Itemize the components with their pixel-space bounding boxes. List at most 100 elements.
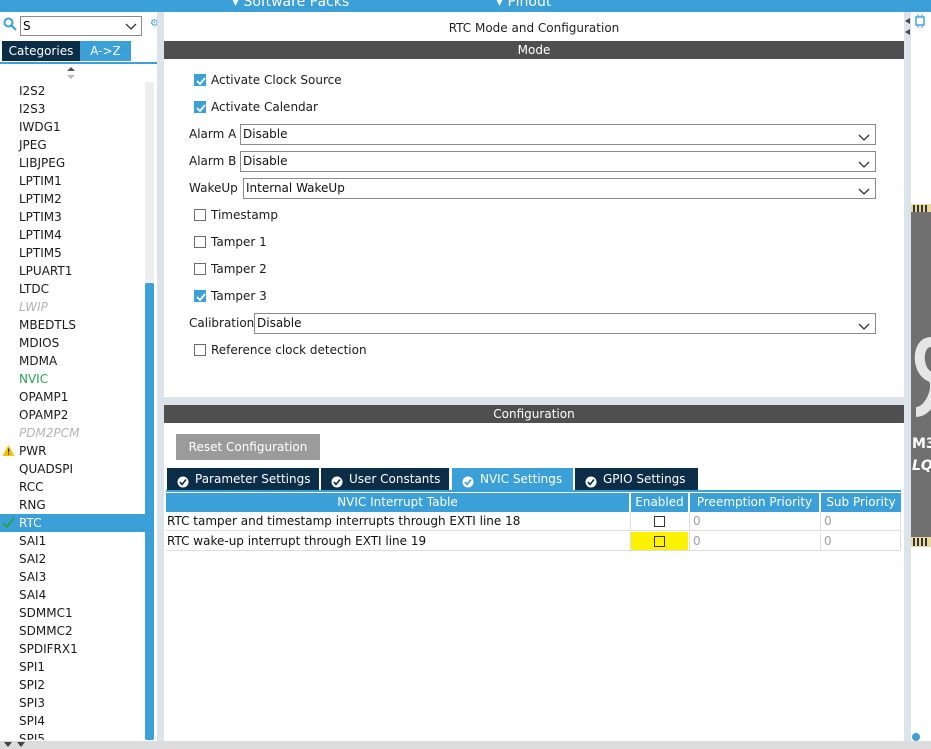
alarm-a-select[interactable]: Disable: [240, 124, 876, 145]
list-item[interactable]: LPTIM3: [0, 208, 145, 226]
list-item-label: SPI3: [19, 696, 46, 710]
list-scrollbar-thumb[interactable]: [145, 283, 154, 740]
list-item[interactable]: MDMA: [0, 352, 145, 370]
search-combobox[interactable]: [20, 16, 142, 36]
calibration-select[interactable]: Disable: [254, 313, 876, 334]
activate-calendar-checkbox[interactable]: [194, 101, 206, 113]
tab-gpio-settings[interactable]: GPIO Settings: [575, 468, 698, 490]
table-cell-sub-priority[interactable]: 0: [820, 532, 901, 551]
table-cell-enabled[interactable]: [630, 512, 689, 531]
chevron-down-icon: [858, 184, 870, 195]
list-item[interactable]: OPAMP2: [0, 406, 145, 424]
list-item[interactable]: OPAMP1: [0, 388, 145, 406]
reset-configuration-button[interactable]: Reset Configuration: [176, 434, 320, 460]
list-item-label: LPTIM5: [19, 246, 62, 260]
chevron-down-icon[interactable]: [125, 19, 137, 33]
right-splitter[interactable]: [904, 12, 911, 749]
reference-clock-checkbox[interactable]: [194, 344, 206, 356]
list-item[interactable]: RTC: [0, 514, 145, 532]
table-row-name[interactable]: RTC wake-up interrupt through EXTI line …: [166, 532, 630, 551]
settings-icon[interactable]: ⚙: [150, 18, 157, 32]
list-item[interactable]: I2S2: [0, 82, 145, 100]
chip-body[interactable]: [911, 212, 931, 542]
column-header-interrupt[interactable]: NVIC Interrupt Table: [166, 493, 629, 512]
list-item[interactable]: NVIC: [0, 370, 145, 388]
list-item[interactable]: SDMMC2: [0, 622, 145, 640]
list-item[interactable]: SAI1: [0, 532, 145, 550]
search-icon[interactable]: [3, 17, 17, 31]
timestamp-checkbox[interactable]: [194, 209, 206, 221]
list-item[interactable]: MBEDTLS: [0, 316, 145, 334]
list-item[interactable]: PWR: [0, 442, 145, 460]
list-item[interactable]: IWDG1: [0, 118, 145, 136]
list-item[interactable]: LPTIM5: [0, 244, 145, 262]
list-item[interactable]: SAI4: [0, 586, 145, 604]
list-item[interactable]: SDMMC1: [0, 604, 145, 622]
activate-calendar-label: Activate Calendar: [211, 100, 318, 114]
list-item: LWIP: [0, 298, 145, 316]
tab-nvic-settings[interactable]: NVIC Settings: [452, 468, 573, 490]
list-item-label: SPI5: [19, 732, 46, 740]
list-item[interactable]: I2S3: [0, 100, 145, 118]
pinout-menu[interactable]: ▾ Pinout: [496, 0, 551, 10]
sort-icon[interactable]: [66, 66, 76, 80]
tamper-1-checkbox[interactable]: [194, 236, 206, 248]
tab-a-to-z[interactable]: A->Z: [80, 41, 131, 61]
list-item-label: MDIOS: [19, 336, 60, 350]
chip-pins: [911, 536, 931, 547]
tamper-3-checkbox[interactable]: [194, 290, 206, 302]
enabled-checkbox[interactable]: [654, 536, 665, 547]
list-item[interactable]: SPI4: [0, 712, 145, 730]
list-item[interactable]: SPDIFRX1: [0, 640, 145, 658]
list-item[interactable]: LPTIM4: [0, 226, 145, 244]
chevron-down-icon: [858, 157, 870, 168]
list-item[interactable]: SPI3: [0, 694, 145, 712]
list-item[interactable]: RCC: [0, 478, 145, 496]
tamper-2-checkbox[interactable]: [194, 263, 206, 275]
column-header-sub-priority[interactable]: Sub Priority: [821, 493, 901, 512]
list-item[interactable]: SAI2: [0, 550, 145, 568]
list-item-label: OPAMP1: [19, 390, 69, 404]
table-row-name[interactable]: RTC tamper and timestamp interrupts thro…: [166, 512, 630, 531]
table-cell-preemption[interactable]: 0: [689, 532, 820, 551]
zoom-indicator[interactable]: [912, 733, 920, 741]
list-item[interactable]: SPI1: [0, 658, 145, 676]
left-splitter[interactable]: [157, 12, 164, 749]
enabled-checkbox[interactable]: [654, 516, 665, 527]
list-item[interactable]: JPEG: [0, 136, 145, 154]
list-item[interactable]: LIBJPEG: [0, 154, 145, 172]
list-item[interactable]: LTDC: [0, 280, 145, 298]
list-item-label: LPTIM4: [19, 228, 62, 242]
list-item-label: SAI2: [19, 552, 47, 566]
list-item[interactable]: SPI2: [0, 676, 145, 694]
list-item[interactable]: MDIOS: [0, 334, 145, 352]
check-circle-icon: [331, 473, 343, 488]
search-input[interactable]: [21, 17, 125, 35]
list-item-label: SPI2: [19, 678, 46, 692]
tamper-3-label: Tamper 3: [211, 289, 267, 303]
divider: [0, 62, 157, 64]
software-packs-menu[interactable]: ▾ Software Packs: [232, 0, 349, 10]
list-item[interactable]: SAI3: [0, 568, 145, 586]
table-cell-sub-priority[interactable]: 0: [820, 512, 901, 531]
wakeup-select[interactable]: Internal WakeUp: [243, 178, 876, 199]
list-item[interactable]: LPTIM2: [0, 190, 145, 208]
tab-user-constants[interactable]: User Constants: [321, 468, 449, 490]
list-item[interactable]: LPTIM1: [0, 172, 145, 190]
alarm-b-select[interactable]: Disable: [240, 151, 876, 172]
table-cell-preemption[interactable]: 0: [689, 512, 820, 531]
column-header-preemption[interactable]: Preemption Priority: [690, 493, 819, 512]
section-splitter[interactable]: [164, 397, 904, 405]
tab-categories[interactable]: Categories: [2, 41, 80, 61]
list-item[interactable]: LPUART1: [0, 262, 145, 280]
activate-clock-source-checkbox[interactable]: [194, 74, 206, 86]
table-cell-enabled[interactable]: [630, 532, 689, 551]
tab-parameter-settings[interactable]: Parameter Settings: [167, 468, 319, 490]
list-item-label: LPTIM1: [19, 174, 62, 188]
list-item[interactable]: RNG: [0, 496, 145, 514]
column-header-enabled[interactable]: Enabled: [631, 493, 688, 512]
list-item[interactable]: QUADSPI: [0, 460, 145, 478]
chip-icon[interactable]: [913, 14, 927, 28]
list-item-label: JPEG: [19, 138, 47, 152]
list-item[interactable]: SPI5: [0, 730, 145, 740]
